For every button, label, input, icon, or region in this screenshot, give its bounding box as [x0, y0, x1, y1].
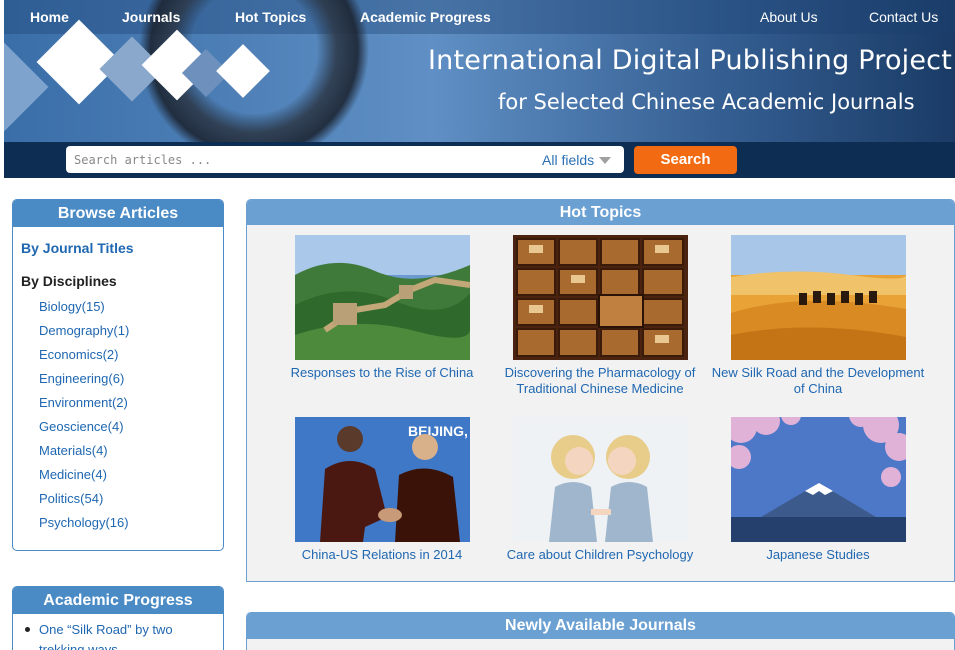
discipline-list: Biology(15) Demography(1) Economics(2) E… [39, 299, 129, 539]
page: Home Journals Hot Topics Academic Progre… [0, 0, 955, 650]
discipline-link-engineering[interactable]: Engineering(6) [39, 371, 129, 395]
search-button[interactable]: Search [634, 146, 737, 174]
search-input[interactable] [74, 150, 514, 169]
topic-card-children-psychology[interactable]: Care about Children Psychology [491, 417, 709, 563]
site-banner: Home Journals Hot Topics Academic Progre… [4, 0, 955, 178]
topic-caption: China-US Relations in 2014 [301, 547, 463, 562]
by-disciplines-heading: By Disciplines [21, 273, 117, 289]
discipline-link-demography[interactable]: Demography(1) [39, 323, 129, 347]
hot-topics-title: Hot Topics [247, 200, 954, 225]
discipline-link-environment[interactable]: Environment(2) [39, 395, 129, 419]
progress-item-link[interactable]: One “Silk Road” by two trekking ways [39, 620, 209, 650]
banner-subtitle: for Selected Chinese Academic Journals [498, 90, 915, 114]
great-wall-photo [294, 235, 470, 360]
discipline-link-medicine[interactable]: Medicine(4) [39, 467, 129, 491]
photo-banner-text: BEIJING, [408, 423, 468, 439]
browse-articles-title: Browse Articles [13, 200, 223, 227]
search-field-select[interactable]: All fields [542, 152, 612, 168]
mount-fuji-photo [730, 417, 906, 542]
banner-title: International Digital Publishing Project [428, 45, 953, 76]
browse-articles-panel: Browse Articles By Journal Titles By Dis… [12, 199, 224, 551]
topic-caption: Responses to the Rise of China [290, 365, 474, 380]
academic-progress-title: Academic Progress [13, 587, 223, 614]
nav-contact-us[interactable]: Contact Us [869, 9, 938, 25]
discipline-link-psychology[interactable]: Psychology(16) [39, 515, 129, 539]
nav-home[interactable]: Home [30, 9, 69, 25]
topic-caption: Care about Children Psychology [506, 547, 694, 562]
topic-caption: New Silk Road and the Development of Chi… [711, 365, 925, 396]
hot-topics-panel: Hot Topics Responses to the Rise of Chin… [246, 199, 955, 582]
topic-caption: Discovering the Pharmacology of Traditio… [504, 365, 696, 396]
search-box: All fields [66, 146, 624, 173]
search-field-label: All fields [542, 152, 595, 168]
search-bar: All fields Search [4, 142, 955, 178]
topic-card-new-silk-road[interactable]: New Silk Road and the Development of Chi… [709, 235, 927, 397]
topic-card-japanese-studies[interactable]: Japanese Studies [709, 417, 927, 563]
topic-card-rise-of-china[interactable]: Responses to the Rise of China [273, 235, 491, 381]
herb-drawers-photo [512, 235, 688, 360]
new-journals-title: Newly Available Journals [247, 613, 954, 639]
discipline-link-geoscience[interactable]: Geoscience(4) [39, 419, 129, 443]
nav-academic-progress[interactable]: Academic Progress [360, 9, 491, 25]
discipline-link-materials[interactable]: Materials(4) [39, 443, 129, 467]
academic-progress-panel: Academic Progress One “Silk Road” by two… [12, 586, 224, 650]
nav-about-us[interactable]: About Us [760, 9, 818, 25]
desert-caravan-photo [730, 235, 906, 360]
by-journal-titles-link[interactable]: By Journal Titles [21, 240, 134, 256]
handshake-photo: BEIJING, [294, 417, 470, 542]
bullet-icon [25, 627, 30, 632]
new-journals-panel: Newly Available Journals [246, 612, 955, 650]
chevron-down-icon [599, 157, 612, 164]
topic-card-chinese-medicine[interactable]: Discovering the Pharmacology of Traditio… [491, 235, 709, 397]
nav-journals[interactable]: Journals [122, 9, 180, 25]
topic-card-china-us-relations[interactable]: BEIJING, China-US Relations in 2014 [273, 417, 491, 563]
topic-caption: Japanese Studies [766, 547, 870, 562]
discipline-link-biology[interactable]: Biology(15) [39, 299, 129, 323]
discipline-link-politics[interactable]: Politics(54) [39, 491, 129, 515]
nav-hot-topics[interactable]: Hot Topics [235, 9, 306, 25]
top-navigation: Home Journals Hot Topics Academic Progre… [4, 0, 955, 34]
twin-girls-photo [512, 417, 688, 542]
discipline-link-economics[interactable]: Economics(2) [39, 347, 129, 371]
